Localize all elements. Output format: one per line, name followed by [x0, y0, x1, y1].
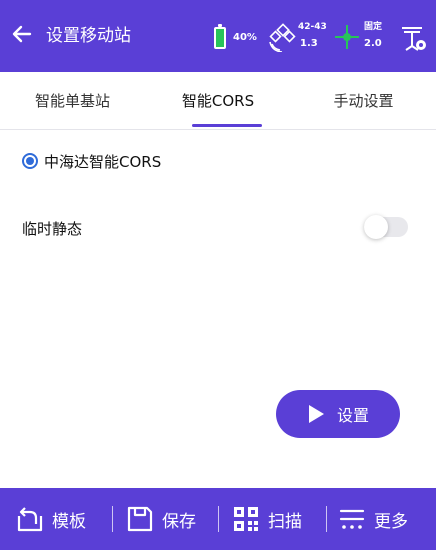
set-button-label: 设置 [336, 408, 369, 425]
toolbar-divider [326, 506, 327, 532]
more-menu-icon [339, 509, 365, 529]
satellite-diff: 1.3 [300, 38, 318, 49]
scan-button[interactable]: 扫描 [232, 488, 302, 550]
save-icon [127, 506, 153, 532]
app-header: 设置移动站 40% 42-43 1.3 固定 2.0 [0, 0, 436, 72]
tab-manual-settings[interactable]: 手动设置 [291, 72, 436, 130]
cors-option-label: 中海达智能CORS [44, 152, 162, 171]
template-icon [17, 507, 43, 532]
tab-smart-cors[interactable]: 智能CORS [145, 72, 291, 130]
set-button[interactable]: 设置 [276, 390, 400, 438]
tab-smart-single-base[interactable]: 智能单基站 [0, 72, 145, 130]
device-settings-icon[interactable] [398, 22, 428, 52]
battery-icon [214, 24, 226, 49]
more-label: 更多 [374, 511, 408, 532]
toolbar-divider [112, 506, 113, 532]
toolbar-divider [218, 506, 219, 532]
bottom-toolbar: 模板 保存 扫描 更多 [0, 488, 436, 550]
crosshair-icon[interactable] [334, 24, 360, 50]
qr-scan-icon [234, 507, 258, 531]
page-title: 设置移动站 [46, 26, 131, 46]
scan-label: 扫描 [268, 511, 302, 532]
arrow-left-icon[interactable] [10, 22, 34, 46]
temp-static-row: 临时静态 [22, 212, 416, 242]
save-label: 保存 [162, 511, 196, 532]
tab-indicator [192, 124, 262, 127]
fix-age: 2.0 [364, 38, 382, 49]
satellite-icon[interactable] [268, 22, 296, 52]
play-icon [308, 405, 324, 423]
radio-selected-icon[interactable] [22, 153, 38, 169]
tab-bar: 智能单基站 智能CORS 手动设置 [0, 72, 436, 130]
cors-option[interactable]: 中海达智能CORS [22, 148, 161, 174]
more-button[interactable]: 更多 [338, 488, 408, 550]
battery-level: 40% [233, 32, 257, 43]
toggle-knob [364, 215, 388, 239]
temp-static-toggle[interactable] [364, 215, 408, 239]
template-label: 模板 [52, 511, 86, 532]
fix-status: 固定 [364, 22, 383, 32]
template-button[interactable]: 模板 [16, 488, 86, 550]
temp-static-label: 临时静态 [22, 220, 83, 238]
satellite-count: 42-43 [298, 22, 327, 32]
save-button[interactable]: 保存 [126, 488, 196, 550]
